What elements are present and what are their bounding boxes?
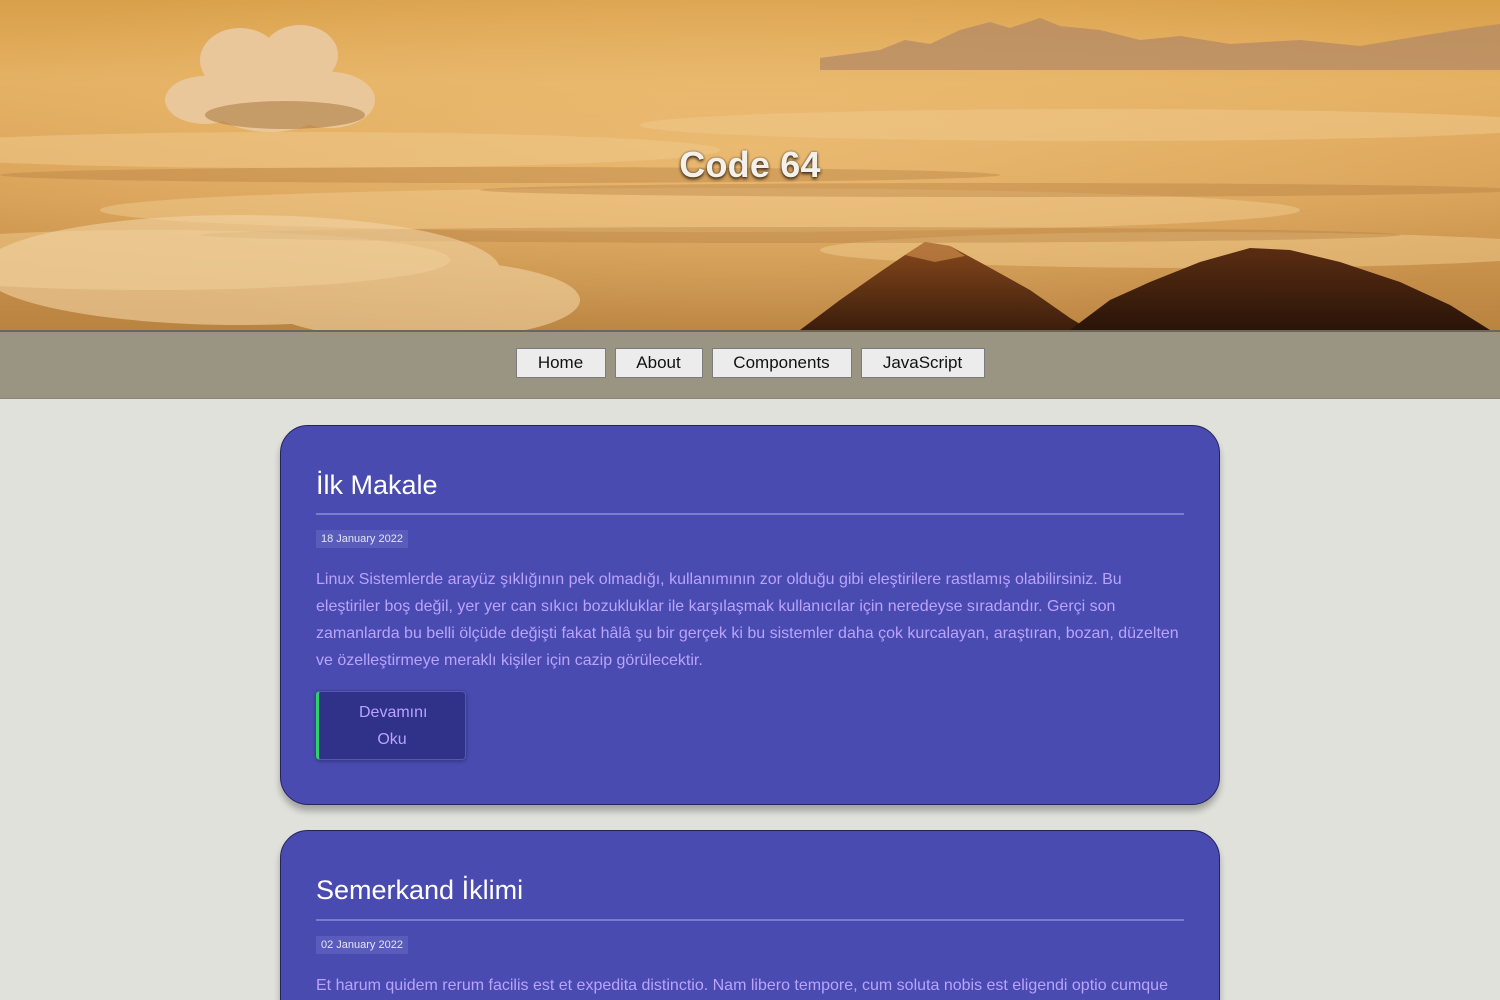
article-excerpt: Et harum quidem rerum facilis est et exp…	[316, 976, 1168, 994]
article-title: Semerkand İklimi	[316, 874, 1184, 921]
article-list: İlk Makale 18 January 2022 Linux Sisteml…	[280, 425, 1220, 1000]
article-date-badge: 18 January 2022	[316, 530, 408, 549]
article-card: İlk Makale 18 January 2022 Linux Sisteml…	[280, 425, 1220, 806]
nav-home-button[interactable]: Home	[515, 348, 606, 378]
article-date-badge: 02 January 2022	[316, 935, 408, 954]
site-title: Code 64	[679, 144, 821, 185]
article-card: Semerkand İklimi 02 January 2022 Et haru…	[280, 830, 1220, 1000]
read-more-button[interactable]: Devamını Oku	[316, 691, 466, 761]
nav-components-button[interactable]: Components	[711, 348, 852, 378]
main-navigation: Home About Components JavaScript	[0, 330, 1500, 399]
article-title: İlk Makale	[316, 469, 1184, 516]
article-excerpt: Linux Sistemlerde arayüz şıklığının pek …	[316, 571, 1179, 670]
nav-javascript-button[interactable]: JavaScript	[860, 348, 985, 378]
hero-banner: Code 64	[0, 0, 1500, 330]
nav-about-button[interactable]: About	[614, 348, 703, 378]
